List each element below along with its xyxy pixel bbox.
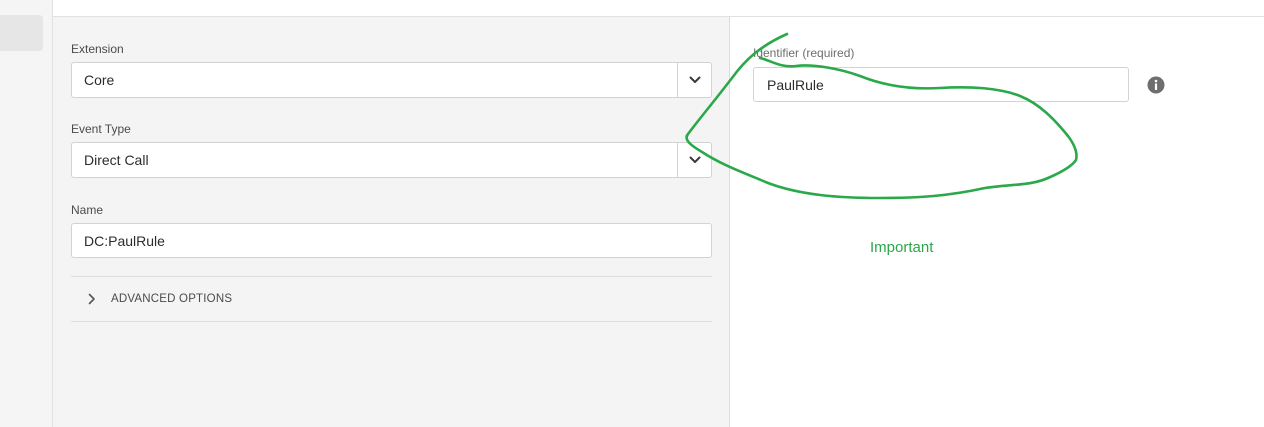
annotation-text: Important — [870, 239, 934, 256]
divider — [71, 321, 712, 322]
top-bar — [53, 0, 1264, 17]
advanced-options-toggle[interactable]: ADVANCED OPTIONS — [71, 284, 712, 314]
advanced-options-label: ADVANCED OPTIONS — [111, 293, 233, 305]
chevron-down-icon — [689, 156, 700, 163]
extension-label: Extension — [71, 42, 124, 56]
info-icon[interactable] — [1147, 76, 1165, 94]
event-type-select[interactable]: Direct Call — [71, 142, 712, 178]
name-input[interactable] — [71, 223, 712, 258]
chevron-right-icon — [88, 293, 100, 305]
extension-select-value: Core — [84, 72, 115, 88]
left-rail — [0, 0, 53, 427]
identifier-label: Identifier (required) — [753, 46, 855, 60]
chevron-down-icon — [689, 76, 700, 83]
rail-nav-item[interactable] — [0, 15, 43, 51]
config-panel: Extension Core Event Type Direct Call Na… — [53, 17, 730, 427]
extension-dropdown-button[interactable] — [677, 63, 711, 97]
detail-panel: Identifier (required) — [731, 17, 1264, 427]
divider — [71, 276, 712, 277]
identifier-input[interactable] — [753, 67, 1129, 102]
event-type-select-value: Direct Call — [84, 152, 149, 168]
event-type-label: Event Type — [71, 122, 131, 136]
extension-select[interactable]: Core — [71, 62, 712, 98]
event-type-dropdown-button[interactable] — [677, 143, 711, 177]
name-label: Name — [71, 203, 104, 217]
